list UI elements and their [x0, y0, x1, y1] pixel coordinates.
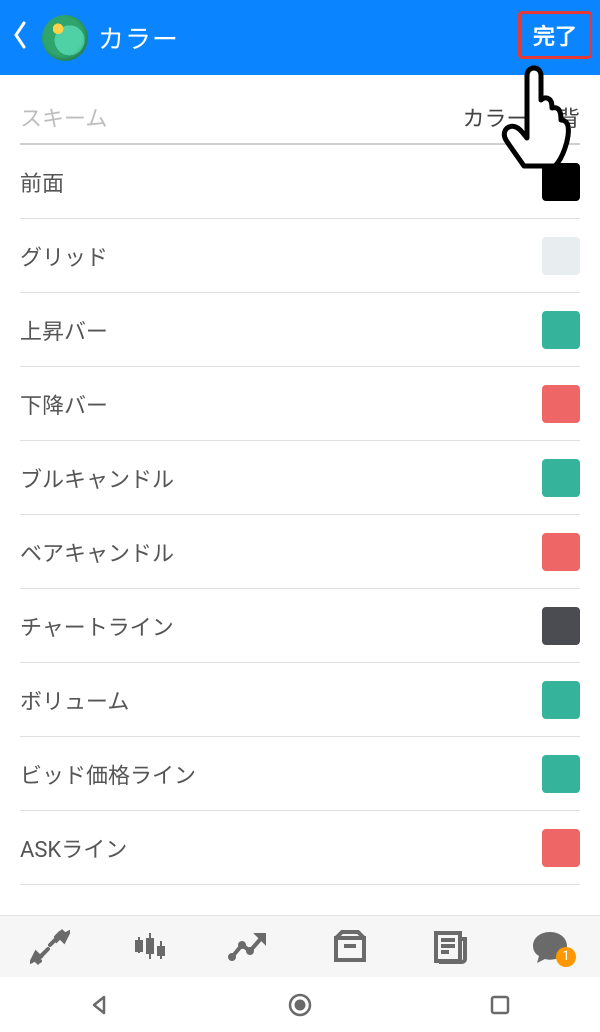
tab-messages[interactable]: 1 — [510, 917, 590, 977]
color-row-label: グリッド — [20, 240, 108, 272]
color-row-label: 下降バー — [20, 388, 108, 420]
bottom-tab-bar: 1 — [0, 915, 600, 977]
color-swatch[interactable] — [542, 311, 580, 349]
messages-badge: 1 — [556, 947, 576, 967]
color-row-bid-line[interactable]: ビッド価格ライン — [20, 737, 580, 811]
tab-news[interactable] — [410, 917, 490, 977]
nav-home[interactable] — [240, 980, 360, 1030]
color-row-foreground[interactable]: 前面 — [20, 145, 580, 219]
page-title: カラー — [98, 19, 179, 56]
done-button[interactable]: 完了 — [518, 11, 592, 59]
color-row-label: チャートライン — [20, 610, 174, 642]
app-bar: カラー 完了 — [0, 0, 600, 75]
tab-history[interactable] — [310, 917, 390, 977]
color-swatch[interactable] — [542, 163, 580, 201]
back-button[interactable] — [8, 17, 32, 59]
android-nav-bar — [0, 977, 600, 1032]
color-row-ask-line[interactable]: ASKライン — [20, 811, 580, 885]
color-swatch[interactable] — [542, 237, 580, 275]
color-row-volume[interactable]: ボリューム — [20, 663, 580, 737]
color-swatch[interactable] — [542, 607, 580, 645]
color-swatch[interactable] — [542, 459, 580, 497]
color-row-label: ブルキャンドル — [20, 462, 174, 494]
scheme-selector[interactable]: スキーム カラー(白背 — [20, 75, 580, 145]
color-row-label: ボリューム — [20, 684, 129, 716]
color-row-bear-candle[interactable]: ベアキャンドル — [20, 515, 580, 589]
color-row-label: 前面 — [20, 166, 64, 198]
color-row-label: ベアキャンドル — [20, 536, 174, 568]
color-swatch[interactable] — [542, 533, 580, 571]
tab-chart[interactable] — [110, 917, 190, 977]
scheme-label: スキーム — [20, 101, 107, 133]
color-row-chart-line[interactable]: チャートライン — [20, 589, 580, 663]
color-swatch[interactable] — [542, 755, 580, 793]
color-row-bar-down[interactable]: 下降バー — [20, 367, 580, 441]
color-swatch[interactable] — [542, 681, 580, 719]
color-row-label: ビッド価格ライン — [20, 758, 196, 790]
color-row-label: ASKライン — [20, 832, 127, 864]
color-swatch[interactable] — [542, 829, 580, 867]
color-row-bar-up[interactable]: 上昇バー — [20, 293, 580, 367]
color-row-bull-candle[interactable]: ブルキャンドル — [20, 441, 580, 515]
nav-back[interactable] — [40, 980, 160, 1030]
nav-recent[interactable] — [440, 980, 560, 1030]
color-row-grid[interactable]: グリッド — [20, 219, 580, 293]
color-row-label: 上昇バー — [20, 314, 108, 346]
tab-trade[interactable] — [210, 917, 290, 977]
scheme-value: カラー(白背 — [462, 101, 580, 133]
tab-quotes[interactable] — [10, 917, 90, 977]
color-swatch[interactable] — [542, 385, 580, 423]
settings-list: スキーム カラー(白背 前面グリッド上昇バー下降バーブルキャンドルベアキャンドル… — [0, 75, 600, 945]
app-logo-icon — [42, 15, 88, 61]
